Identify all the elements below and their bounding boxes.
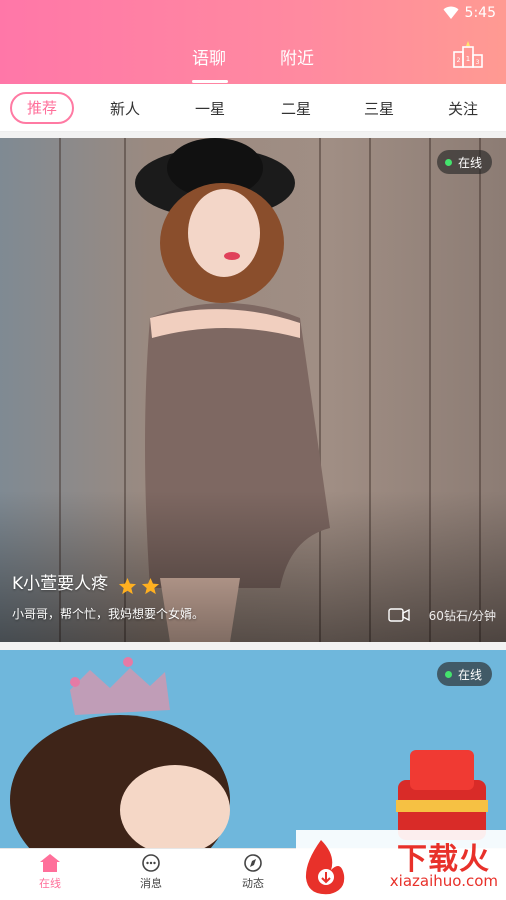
- host-card[interactable]: 在线 K小萱要人疼 小哥哥，帮个忙，我妈想要个女婿。 60钻石/分钟: [0, 138, 506, 642]
- online-status-label: 在线: [457, 155, 482, 170]
- wifi-icon: [443, 6, 459, 19]
- star-icon: [118, 577, 137, 595]
- star-icon: [141, 577, 160, 595]
- online-dot-icon: [444, 158, 452, 166]
- nav-online[interactable]: 在线: [20, 853, 80, 891]
- compass-icon: [244, 854, 262, 872]
- host-description: 小哥哥，帮个忙，我妈想要个女婿。: [12, 607, 205, 621]
- host-photo: [0, 650, 506, 850]
- nav-online-label: 在线: [39, 877, 61, 890]
- app-header: 5:45 语聊 附近 1 2 3: [0, 0, 506, 84]
- filter-recommended[interactable]: 推荐: [10, 92, 74, 124]
- tab-underline: [192, 80, 228, 83]
- nav-messages-label: 消息: [140, 877, 162, 890]
- svg-text:3: 3: [476, 59, 480, 66]
- status-bar: 5:45: [0, 0, 506, 28]
- nav-messages[interactable]: 消息: [121, 853, 181, 891]
- filter-two-star[interactable]: 二星: [281, 98, 311, 119]
- online-status-badge: 在线: [436, 150, 492, 174]
- online-status-label: 在线: [457, 667, 482, 682]
- host-photo: [0, 138, 506, 642]
- nav-moments-label: 动态: [242, 877, 264, 890]
- filter-three-star[interactable]: 三星: [364, 98, 394, 119]
- filter-one-star[interactable]: 一星: [195, 98, 225, 119]
- tab-nearby[interactable]: 附近: [280, 44, 314, 69]
- nav-moments[interactable]: 动态: [223, 853, 283, 891]
- online-dot-icon: [444, 670, 452, 678]
- svg-text:1: 1: [466, 55, 470, 63]
- video-camera-icon: [388, 608, 410, 622]
- filter-following[interactable]: 关注: [448, 98, 478, 119]
- status-time: 5:45: [464, 5, 496, 21]
- host-card[interactable]: 在线: [0, 650, 506, 850]
- online-status-badge: 在线: [436, 662, 492, 686]
- svg-text:2: 2: [457, 57, 461, 64]
- filter-bar: 推荐 新人 一星 二星 三星 关注: [0, 84, 506, 132]
- leaderboard-icon[interactable]: 1 2 3: [452, 40, 484, 70]
- home-icon: [40, 854, 60, 872]
- watermark-url: xiazaihuo.com: [389, 872, 498, 890]
- tab-voice-chat[interactable]: 语聊: [192, 44, 226, 69]
- host-name: K小萱要人疼: [12, 574, 109, 594]
- filter-new[interactable]: 新人: [110, 98, 140, 119]
- call-price: 60钻石/分钟: [428, 609, 496, 623]
- chat-icon: [142, 854, 160, 872]
